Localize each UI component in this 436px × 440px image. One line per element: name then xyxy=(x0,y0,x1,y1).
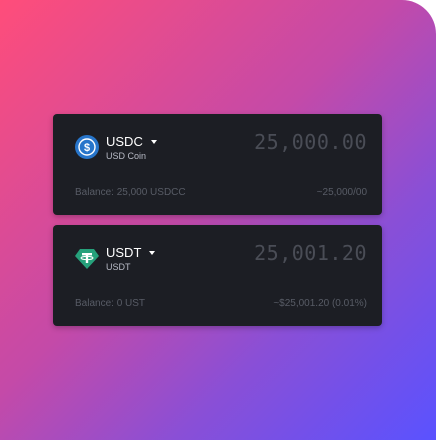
token-selector-usdt[interactable]: USDT xyxy=(106,245,156,260)
gradient-background xyxy=(0,0,436,440)
usd-value-text: ~25,000/00 xyxy=(316,187,367,198)
token-name: USDT xyxy=(106,262,131,272)
amount-input-to[interactable] xyxy=(167,241,367,265)
svg-text:$: $ xyxy=(84,142,90,154)
usd-value-text: ~$25,001.20 (0.01%) xyxy=(273,298,367,309)
balance-text: Balance: 25,000 USDCC xyxy=(75,187,186,198)
chevron-down-icon xyxy=(149,250,156,255)
token-name: USD Coin xyxy=(106,151,147,161)
token-selector-usdc[interactable]: USDC xyxy=(106,134,157,149)
swap-input-card-from: $ USDC USD Coin Balance: 25,000 USDCC ~2… xyxy=(53,114,382,215)
chevron-down-icon xyxy=(150,139,157,144)
balance-text: Balance: 0 UST xyxy=(75,298,146,309)
swap-input-card-to: USDT USDT Balance: 0 UST ~$25,001.20 (0.… xyxy=(53,225,382,326)
token-symbol: USDC xyxy=(106,134,143,149)
usdt-icon xyxy=(75,246,99,270)
usdc-icon: $ xyxy=(75,135,99,159)
amount-input-from[interactable] xyxy=(167,130,367,154)
token-symbol: USDT xyxy=(106,245,142,260)
